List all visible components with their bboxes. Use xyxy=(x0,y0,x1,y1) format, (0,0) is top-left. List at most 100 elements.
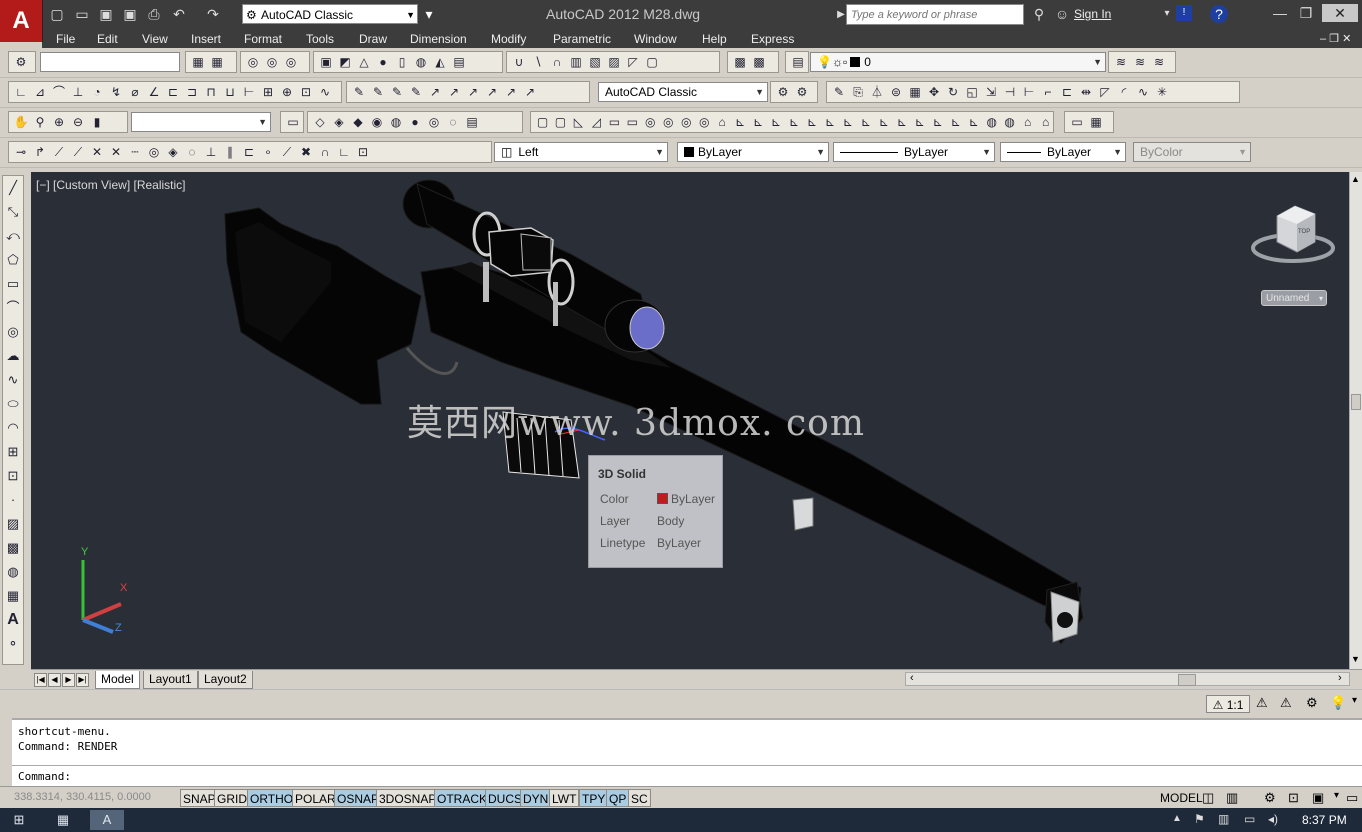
extend-icon[interactable]: ⊢ xyxy=(1021,84,1037,100)
menu-view[interactable]: View xyxy=(142,32,168,46)
visual-style-manager-icon[interactable]: ▤ xyxy=(464,114,480,130)
pan-icon[interactable]: ✋ xyxy=(13,114,29,130)
sw-iso-icon[interactable]: ◎ xyxy=(643,114,658,130)
subtract-icon[interactable]: ∖ xyxy=(530,54,546,70)
insert-block-icon[interactable]: ⊞ xyxy=(3,440,23,464)
multileader-icon[interactable]: ↗ xyxy=(427,84,443,100)
polygon-icon[interactable]: ⬠ xyxy=(3,248,23,272)
realistic-icon[interactable]: ◉ xyxy=(369,114,385,130)
gradient-icon[interactable]: ▩ xyxy=(3,536,23,560)
chevron-down-icon[interactable]: ▾ xyxy=(1158,5,1176,23)
ortho-toggle[interactable]: ORTHO xyxy=(247,789,297,807)
save-icon[interactable]: ▣ xyxy=(97,5,115,23)
menu-draw[interactable]: Draw xyxy=(359,32,387,46)
layer-state-icon[interactable]: ≋ xyxy=(1151,54,1167,70)
blend-icon[interactable]: ∿ xyxy=(1135,84,1151,100)
customize-quick-access-icon[interactable]: ▾ xyxy=(420,5,438,23)
render-region-icon[interactable]: ◍ xyxy=(1002,114,1017,130)
cylinder-icon[interactable]: ▯ xyxy=(394,54,410,70)
se-iso-icon[interactable]: ◎ xyxy=(661,114,676,130)
fly-icon[interactable]: ⌂ xyxy=(1038,114,1053,130)
menu-parametric[interactable]: Parametric xyxy=(553,32,611,46)
move-face-icon[interactable]: ▧ xyxy=(587,54,603,70)
table-icon[interactable]: ▦ xyxy=(3,584,23,608)
otrack-toggle[interactable]: OTRACK xyxy=(434,789,491,807)
ducs-toggle[interactable]: DUCS xyxy=(485,789,526,807)
grid-toggle[interactable]: GRID xyxy=(214,789,250,807)
walk-icon[interactable]: ⌂ xyxy=(1020,114,1035,130)
wedge-icon[interactable]: ◩ xyxy=(337,54,353,70)
autocad-task-icon[interactable]: A xyxy=(90,810,124,830)
center-mark-icon[interactable]: ⊕ xyxy=(279,84,295,100)
layer-properties-icon[interactable]: ▤ xyxy=(790,54,806,70)
shaded-icon[interactable]: ● xyxy=(407,114,423,130)
ucs-prev-icon[interactable]: ⊾ xyxy=(769,114,784,130)
ucs-origin-icon[interactable]: ⊾ xyxy=(840,114,855,130)
sc-toggle[interactable]: SC xyxy=(628,789,651,807)
drawing-viewport[interactable]: [−] [Custom View] [Realistic] Y X Z TOP … xyxy=(31,172,1349,669)
make-current-icon[interactable]: ≋ xyxy=(1113,54,1129,70)
3dosnap-toggle[interactable]: 3DOSNAP xyxy=(376,789,440,807)
xray-icon[interactable]: ◌ xyxy=(445,114,461,130)
dyn-toggle[interactable]: DYN xyxy=(520,789,552,807)
array-icon[interactable]: ▦ xyxy=(907,84,923,100)
workspace-name-combo[interactable] xyxy=(40,52,180,72)
ungroup-icon[interactable]: ▦ xyxy=(209,54,225,70)
polysolid-icon[interactable]: ▤ xyxy=(451,54,467,70)
nw-iso-icon[interactable]: ◎ xyxy=(697,114,712,130)
rectangle-icon[interactable]: ▭ xyxy=(3,272,23,296)
redo-icon[interactable]: ↷ xyxy=(204,5,222,23)
restore-button[interactable]: ❐ xyxy=(1292,4,1320,22)
ucs-icon[interactable]: ⊾ xyxy=(733,114,748,130)
leader-style-icon[interactable]: ↗ xyxy=(522,84,538,100)
chamfer-icon[interactable]: ◸ xyxy=(1097,84,1113,100)
ucs-x-icon[interactable]: ⊾ xyxy=(894,114,909,130)
model-space-label[interactable]: MODEL xyxy=(1158,789,1205,807)
binoculars-icon[interactable]: ⚲ xyxy=(1030,5,1048,23)
dim-style-icon[interactable]: ✎ xyxy=(408,84,424,100)
snap-perpendicular-icon[interactable]: ⊥ xyxy=(203,144,219,160)
continuous-orbit-icon[interactable]: ◎ xyxy=(283,54,299,70)
dim-update-icon[interactable]: ✎ xyxy=(389,84,405,100)
spline-icon[interactable]: ∿ xyxy=(3,368,23,392)
menu-modify[interactable]: Modify xyxy=(491,32,526,46)
move-icon[interactable]: ✥ xyxy=(926,84,942,100)
union-icon[interactable]: ∪ xyxy=(511,54,527,70)
bottom-view-icon[interactable]: ▢ xyxy=(553,114,568,130)
revision-cloud-icon[interactable]: ☁ xyxy=(3,344,23,368)
zoom-previous-icon[interactable]: ⊖ xyxy=(70,114,86,130)
baseline-icon[interactable]: ⊐ xyxy=(184,84,200,100)
offset-face-icon[interactable]: ▨ xyxy=(606,54,622,70)
horizontal-scrollbar[interactable]: ‹ › xyxy=(905,672,1350,686)
doc-window-controls[interactable]: ‒ ❐ ✕ xyxy=(1320,32,1351,45)
snap-quadrant-icon[interactable]: ◈ xyxy=(165,144,181,160)
ucs-3point-icon[interactable]: ⊾ xyxy=(876,114,891,130)
dim-text-edit-icon[interactable]: ✎ xyxy=(370,84,386,100)
wireframe-2d-icon[interactable]: ◇ xyxy=(312,114,328,130)
break-icon[interactable]: ⊏ xyxy=(1059,84,1075,100)
aligned-dim-icon[interactable]: ⊿ xyxy=(32,84,48,100)
linetype-select[interactable]: ByLayer ▼ xyxy=(833,142,995,162)
check-spelling-icon[interactable]: ▭ xyxy=(1069,114,1085,130)
zoom-realtime-icon[interactable]: ⚲ xyxy=(32,114,48,130)
hatch-icon[interactable]: ▨ xyxy=(3,512,23,536)
start-icon[interactable]: ⊞ xyxy=(2,810,36,830)
ordinate-icon[interactable]: ⊥ xyxy=(70,84,86,100)
hardware-acceleration-icon[interactable]: ▣ xyxy=(1312,790,1324,806)
snap-midpoint-icon[interactable]: ⟋ xyxy=(70,144,86,160)
multiline-text-icon[interactable]: A xyxy=(3,608,23,632)
new-file-icon[interactable]: ▢ xyxy=(48,5,66,23)
coordinate-readout[interactable]: 338.3314, 330.4115, 0.0000 xyxy=(14,791,151,803)
print-icon[interactable]: ⎙ xyxy=(145,5,163,23)
viewcube-face-label[interactable]: TOP xyxy=(1298,229,1310,235)
snap-tangent-icon[interactable]: ◌ xyxy=(184,144,200,160)
dim-settings-2-icon[interactable]: ⚙ xyxy=(794,84,810,100)
quick-dim-icon[interactable]: ⊏ xyxy=(165,84,181,100)
shell-icon[interactable]: ▢ xyxy=(644,54,660,70)
top-view-icon[interactable]: ▢ xyxy=(535,114,550,130)
lock-icon[interactable]: ⊡ xyxy=(1288,790,1299,806)
inspect-icon[interactable]: ⊡ xyxy=(298,84,314,100)
snap-parallel-icon[interactable]: ∥ xyxy=(222,144,238,160)
hidden-icon[interactable]: ◆ xyxy=(350,114,366,130)
save-as-icon[interactable]: ▣ xyxy=(121,5,139,23)
